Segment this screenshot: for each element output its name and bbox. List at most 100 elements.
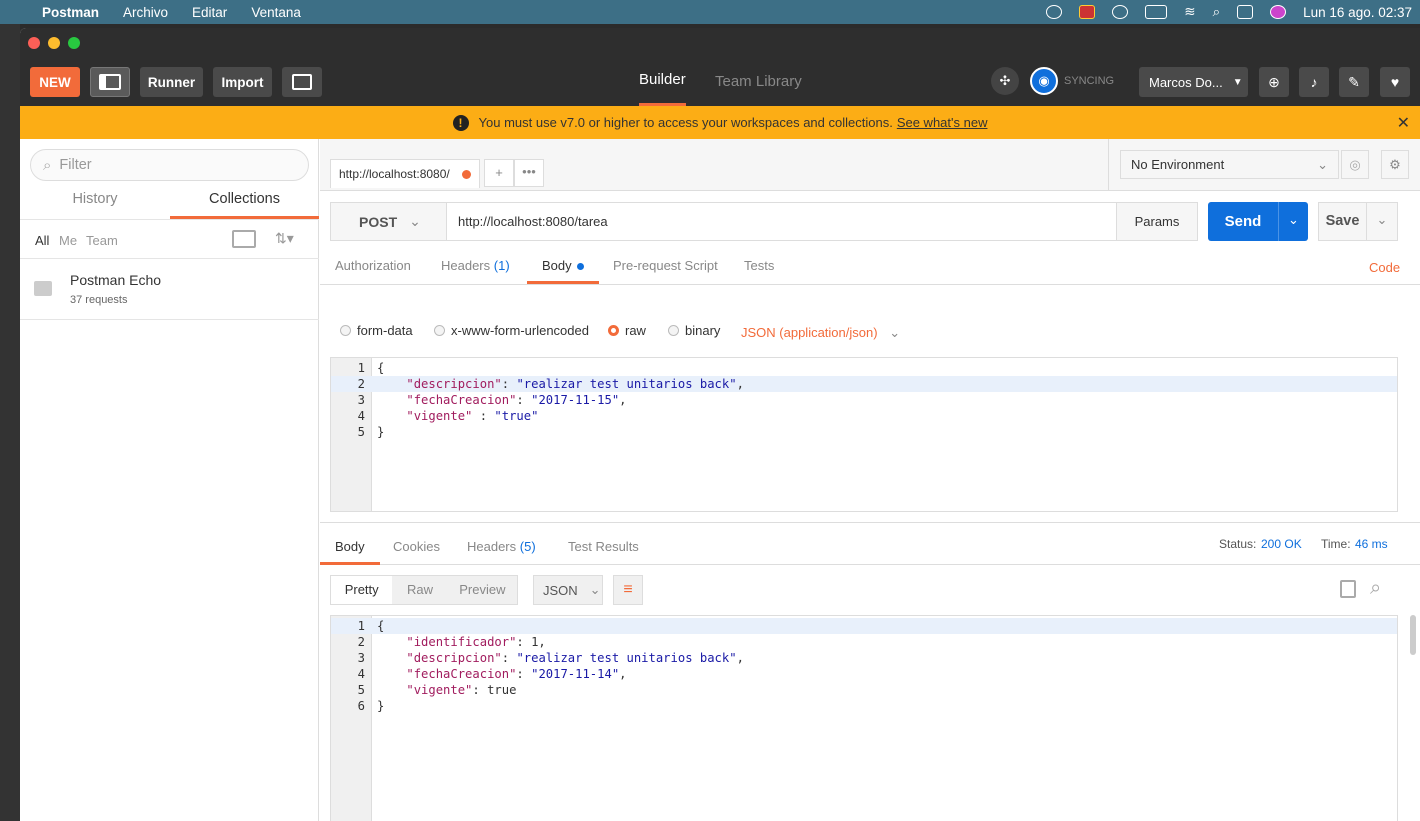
code-token: "vigente" [406,683,473,697]
method-select[interactable]: POST ⌄ [330,202,447,241]
collection-item[interactable]: Postman Echo 37 requests [20,260,319,320]
notifications-bell-icon[interactable]: ♪ [1299,67,1329,97]
collection-name: Postman Echo [70,272,162,288]
response-headers-label: Headers [467,539,517,554]
response-tab-cookies[interactable]: Cookies [393,539,440,554]
chevron-down-icon: ⌄ [589,582,601,597]
heart-icon[interactable]: ♥ [1380,67,1410,97]
code-token: "descripcion" [406,651,502,665]
url-input[interactable]: http://localhost:8080/tarea [446,202,1117,241]
see-whats-new-link[interactable]: See what's new [897,115,988,130]
more-tabs-icon[interactable]: ••• [514,159,544,187]
menu-editar[interactable]: Editar [192,5,227,20]
response-body-viewer[interactable]: 1{2 "identificador": 1, 3 "descripcion": … [330,615,1398,821]
runner-button[interactable]: Runner [140,67,203,97]
menu-archivo[interactable]: Archivo [123,5,168,20]
new-button[interactable]: NEW [30,67,80,97]
filter-me[interactable]: Me [59,233,77,248]
search-icon[interactable]: ⌕ [1370,577,1381,600]
save-options-button[interactable]: ⌄ [1366,202,1398,241]
import-button[interactable]: Import [213,67,272,97]
sort-icon[interactable]: ⇅▾ [275,230,294,247]
radio-raw[interactable]: raw [608,323,646,338]
eye-icon[interactable]: ◎ [1341,150,1369,179]
tab-pre-request-script[interactable]: Pre-request Script [613,258,718,273]
tab-tests[interactable]: Tests [744,258,774,273]
code-token: } [377,699,385,713]
globe-icon[interactable]: ⊕ [1259,67,1289,97]
zoom-window-button[interactable] [68,37,80,49]
view-raw[interactable]: Raw [392,576,447,604]
filter-team[interactable]: Team [86,233,118,248]
toggle-sidebar-button[interactable] [90,67,130,97]
minimize-window-button[interactable] [48,37,60,49]
scrollbar[interactable] [1410,615,1416,655]
interceptor-icon[interactable]: ✣ [991,67,1019,95]
code-line: { [377,618,384,634]
radio-icon [340,325,351,336]
tab-builder[interactable]: Builder [639,56,686,106]
wrap-lines-icon[interactable]: ≡ [613,575,643,605]
tab-team-library[interactable]: Team Library [715,56,802,106]
filter-all[interactable]: All [35,233,49,248]
code-link[interactable]: Code [1369,260,1400,275]
request-body-editor[interactable]: 1 {2 "descripcion": "realizar test unitar… [330,357,1398,512]
radio-binary[interactable]: binary [668,323,720,338]
tab-authorization[interactable]: Authorization [335,258,411,273]
close-window-button[interactable] [28,37,40,49]
main-panel: http://localhost:8080/ + ••• No Environm… [320,139,1420,821]
flag-icon[interactable] [1079,5,1096,19]
menu-ventana[interactable]: Ventana [251,5,301,20]
airdrop-icon[interactable] [1112,5,1129,19]
response-tab-headers[interactable]: Headers (5) [467,539,536,554]
code-line: "fechaCreacion": "2017-11-14", [377,666,626,682]
new-collection-icon[interactable] [232,230,256,248]
params-button[interactable]: Params [1116,202,1198,241]
send-button[interactable]: Send [1208,202,1278,241]
gear-icon[interactable]: ⚙ [1381,150,1409,179]
view-pretty[interactable]: Pretty [331,576,393,604]
spotlight-icon[interactable]: ⌕ [1213,4,1221,20]
format-select[interactable]: JSON ⌄ [533,575,603,605]
tab-collections[interactable]: Collections [170,191,319,219]
line-number: 5 [357,683,365,697]
warning-icon: ! [452,114,469,131]
radio-form-data[interactable]: form-data [340,323,413,338]
menu-app-name[interactable]: Postman [42,5,99,20]
code-line: "vigente": true [377,682,516,698]
sync-icon[interactable]: ◉ [1030,67,1058,95]
tab-body[interactable]: Body [527,258,600,284]
response-tab-test-results[interactable]: Test Results [568,539,639,554]
radio-urlencoded[interactable]: x-www-form-urlencoded [434,323,589,338]
code-token: "fechaCreacion" [406,667,517,681]
environment-select[interactable]: No Environment ⌄ [1120,150,1339,179]
chevron-down-icon: ⌄ [409,213,421,229]
menubar-clock[interactable]: Lun 16 ago. 02:37 [1303,5,1412,20]
code-line: "descripcion": "realizar test unitarios … [377,376,744,392]
user-dropdown[interactable]: Marcos Do... ▼ [1139,67,1248,97]
tab-headers[interactable]: Headers (1) [441,258,510,273]
control-center-icon[interactable] [1237,5,1254,19]
request-tab[interactable]: http://localhost:8080/ [330,159,480,188]
close-icon[interactable]: ✕ [1397,113,1410,133]
battery-icon[interactable] [1145,5,1168,19]
send-options-button[interactable]: ⌄ [1278,202,1308,241]
add-tab-button[interactable]: + [484,159,514,187]
view-preview[interactable]: Preview [448,576,517,604]
collection-count: 37 requests [70,294,128,306]
wifi-icon[interactable]: ≋ [1184,4,1195,20]
play-status-icon[interactable] [1046,5,1063,19]
siri-icon[interactable] [1270,5,1287,19]
response-tab-body[interactable]: Body [320,539,380,565]
tab-history[interactable]: History [20,191,170,219]
new-window-button[interactable] [282,67,322,97]
content-type-select[interactable]: JSON (application/json) ⌄ [741,325,900,341]
status-label: Status: [1219,537,1257,551]
copy-icon[interactable] [1340,580,1356,598]
settings-wrench-icon[interactable]: ✎ [1339,67,1369,97]
save-button[interactable]: Save [1318,202,1367,241]
filter-input[interactable]: ⌕ Filter [30,149,309,181]
postman-window: NEW Runner Import Builder Team Library ✣… [20,28,1420,821]
url-value: http://localhost:8080/tarea [458,214,608,229]
divider [320,564,1420,565]
